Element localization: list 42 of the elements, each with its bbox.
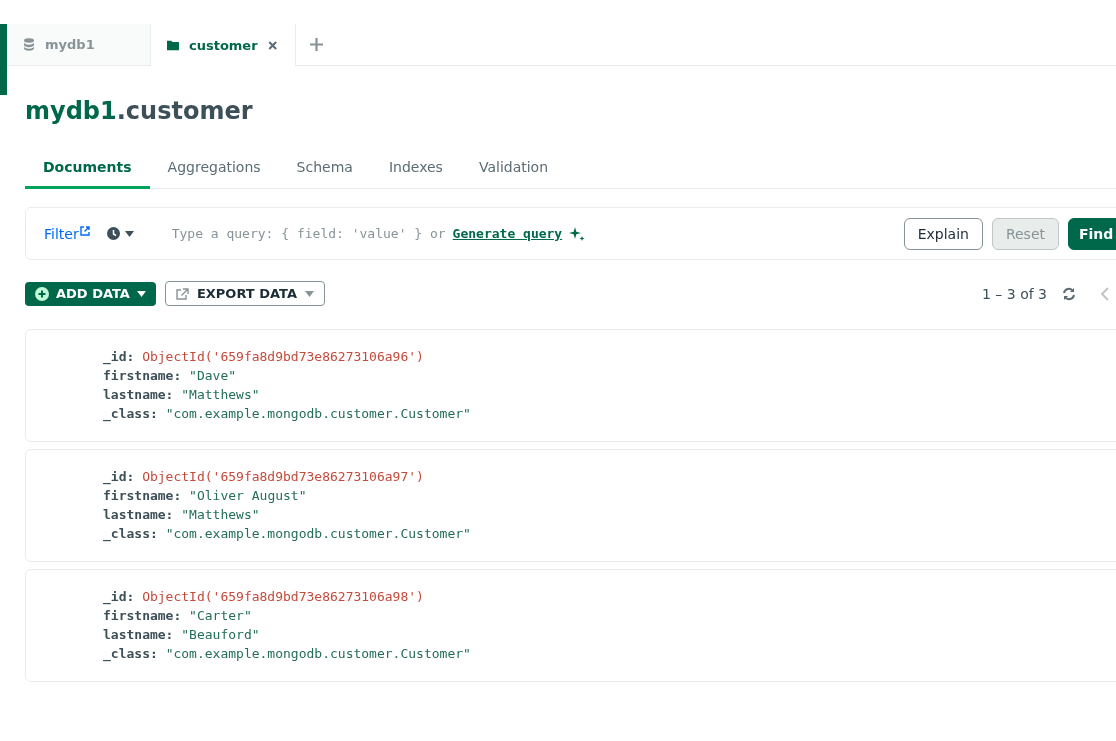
clock-icon[interactable]: [106, 227, 120, 240]
sidebar-edge: [0, 24, 7, 95]
document-field: firstname: "Dave": [103, 366, 1116, 385]
document-field: _id: ObjectId('659fa8d9bd73e86273106a98'): [103, 587, 1116, 606]
view-tab[interactable]: Aggregations: [149, 148, 279, 189]
caret-icon: [305, 290, 314, 297]
external-link-icon: [79, 225, 90, 236]
query-button[interactable]: Explain: [903, 217, 983, 250]
document-field: _id: ObjectId('659fa8d9bd73e86273106a97'): [103, 467, 1116, 486]
refresh-icon[interactable]: [1061, 286, 1077, 301]
document-field: _class: "com.example.mongodb.customer.Customer": [103, 644, 1116, 663]
database-name: mydb1: [25, 97, 117, 125]
caret-icon[interactable]: [124, 230, 134, 237]
collection-tab[interactable]: customer: [150, 24, 296, 66]
plus-icon[interactable]: [309, 38, 323, 51]
view-tab[interactable]: Documents: [25, 148, 150, 189]
document-field: lastname: "Beauford": [103, 625, 1116, 644]
filter-link[interactable]: Filter: [44, 225, 90, 242]
add-data-button[interactable]: ADD DATA: [25, 281, 156, 306]
export-icon: [175, 287, 189, 300]
collection-name: .customer: [116, 97, 253, 125]
query-placeholder[interactable]: Type a query: { field: 'value' } or: [171, 226, 446, 241]
document-field: firstname: "Carter": [103, 606, 1116, 625]
generate-query-link[interactable]: Generate query: [452, 226, 563, 241]
document-field: _id: ObjectId('659fa8d9bd73e86273106a96'): [103, 347, 1116, 366]
document-field: _class: "com.example.mongodb.customer.Customer": [103, 404, 1116, 423]
document-field: firstname: "Oliver August": [103, 486, 1116, 505]
plus-circle-icon: [35, 286, 49, 301]
database-icon: [23, 38, 35, 51]
view-tab[interactable]: Schema: [278, 148, 371, 189]
document-field: lastname: "Matthews": [103, 385, 1116, 404]
pagination-count: 1 – 3 of 3: [981, 285, 1047, 302]
folder-icon: [167, 39, 179, 51]
collection-tab[interactable]: mydb1: [7, 24, 150, 65]
document-field: lastname: "Matthews": [103, 505, 1116, 524]
export-data-button[interactable]: EXPORT DATA: [164, 281, 325, 306]
view-tab[interactable]: Validation: [460, 148, 567, 189]
view-tab[interactable]: Indexes: [370, 148, 461, 189]
caret-icon: [136, 290, 146, 297]
close-icon[interactable]: [267, 39, 277, 51]
primary-button[interactable]: Find: [1068, 217, 1116, 250]
document-field: _class: "com.example.mongodb.customer.Customer": [103, 524, 1116, 543]
